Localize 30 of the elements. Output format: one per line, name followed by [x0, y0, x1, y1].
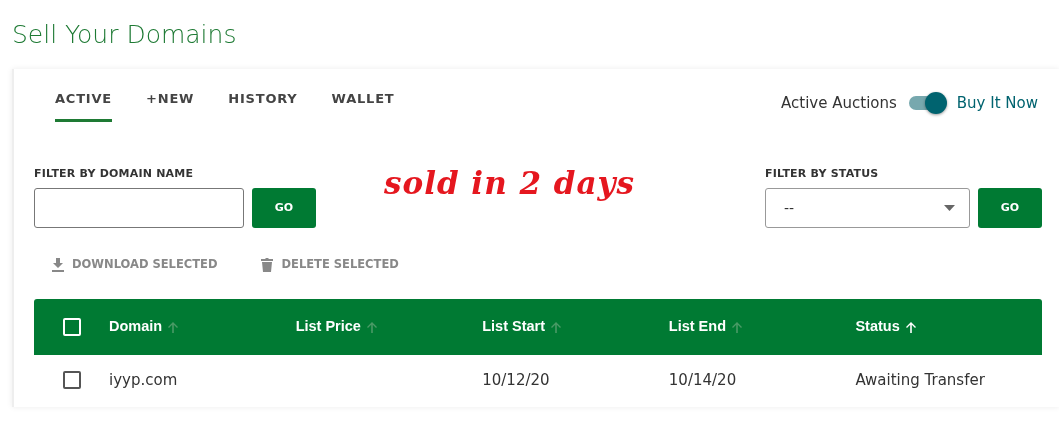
go-button[interactable]: GO [252, 188, 316, 228]
status-dropdown[interactable]: -- [765, 188, 970, 228]
sort-arrow-icon[interactable] [905, 321, 916, 333]
filter-label: FILTER BY STATUS [765, 165, 880, 182]
row-checkbox[interactable] [62, 371, 81, 390]
download-icon [52, 257, 64, 272]
table-cell-text: 10/14/20 [668, 370, 737, 391]
filter-label: FILTER BY DOMAIN NAME [34, 165, 195, 182]
table-cell-text: 10/12/20 [482, 370, 550, 391]
column-header[interactable]: Domain [109, 316, 163, 339]
column-header[interactable]: List End [668, 316, 726, 339]
domain-filter-field[interactable] [34, 188, 244, 228]
annotation-text: sold in 2 days [384, 164, 636, 203]
page-title: Sell Your Domains [12, 19, 238, 51]
trash-icon [261, 257, 274, 272]
tab[interactable]: +NEW [146, 83, 195, 122]
tab[interactable]: WALLET [331, 83, 395, 122]
tab[interactable]: ACTIVE [55, 83, 113, 122]
column-header[interactable]: Status [855, 316, 900, 339]
table-cell-text: iyyp.com [109, 370, 178, 391]
select-all-checkbox[interactable] [62, 318, 81, 337]
toggle-label: Buy It Now [956, 93, 1038, 114]
toggle-label: Active Auctions [781, 93, 897, 114]
go-button[interactable]: GO [978, 188, 1042, 228]
table-cell-text: Awaiting Transfer [855, 370, 985, 391]
caret-icon [944, 205, 955, 211]
dropdown-value: -- [784, 198, 795, 218]
column-header[interactable]: List Start [482, 316, 546, 339]
column-header[interactable]: List Price [295, 316, 361, 339]
tab[interactable]: HISTORY [228, 83, 298, 122]
